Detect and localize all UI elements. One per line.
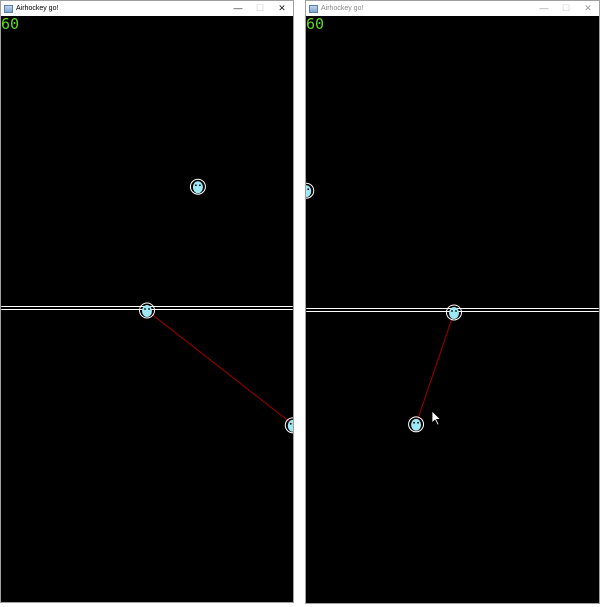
- minimize-icon[interactable]: —: [533, 1, 555, 16]
- rink-field: [1, 178, 293, 434]
- window-title: Airhockey go!: [16, 5, 59, 12]
- title-bar[interactable]: Airhockey go! — ☐ ✕: [306, 1, 599, 16]
- close-icon[interactable]: ✕: [577, 1, 599, 16]
- fps-counter: 60: [1, 16, 20, 33]
- maximize-icon: ☐: [561, 3, 571, 13]
- window-controls: — ☐ ✕: [227, 1, 293, 16]
- game-canvas[interactable]: 60: [306, 16, 599, 603]
- title-bar[interactable]: Airhockey go! — ☐ ✕: [1, 1, 293, 16]
- player-paddle: [139, 302, 155, 319]
- mouse-pointer-icon: [431, 410, 441, 426]
- puck: [306, 182, 315, 199]
- fps-counter: 60: [306, 16, 325, 33]
- app-window-icon: [4, 4, 13, 13]
- player-paddle: [446, 304, 462, 321]
- app-window-icon: [309, 4, 318, 13]
- opponent-paddle: [408, 416, 425, 433]
- maximize-icon: ☐: [255, 3, 265, 13]
- rink-field: [306, 182, 599, 433]
- close-icon[interactable]: ✕: [271, 1, 293, 16]
- puck: [189, 178, 206, 195]
- window-title: Airhockey go!: [321, 5, 364, 12]
- game-canvas[interactable]: 60: [1, 16, 293, 602]
- aim-line: [146, 310, 293, 425]
- game-window-right[interactable]: Airhockey go! — ☐ ✕ 60: [305, 0, 600, 604]
- game-window-left[interactable]: Airhockey go! — ☐ ✕ 60: [0, 0, 294, 603]
- minimize-icon[interactable]: —: [227, 1, 249, 16]
- window-controls: — ☐ ✕: [533, 1, 599, 16]
- aim-line: [415, 312, 455, 425]
